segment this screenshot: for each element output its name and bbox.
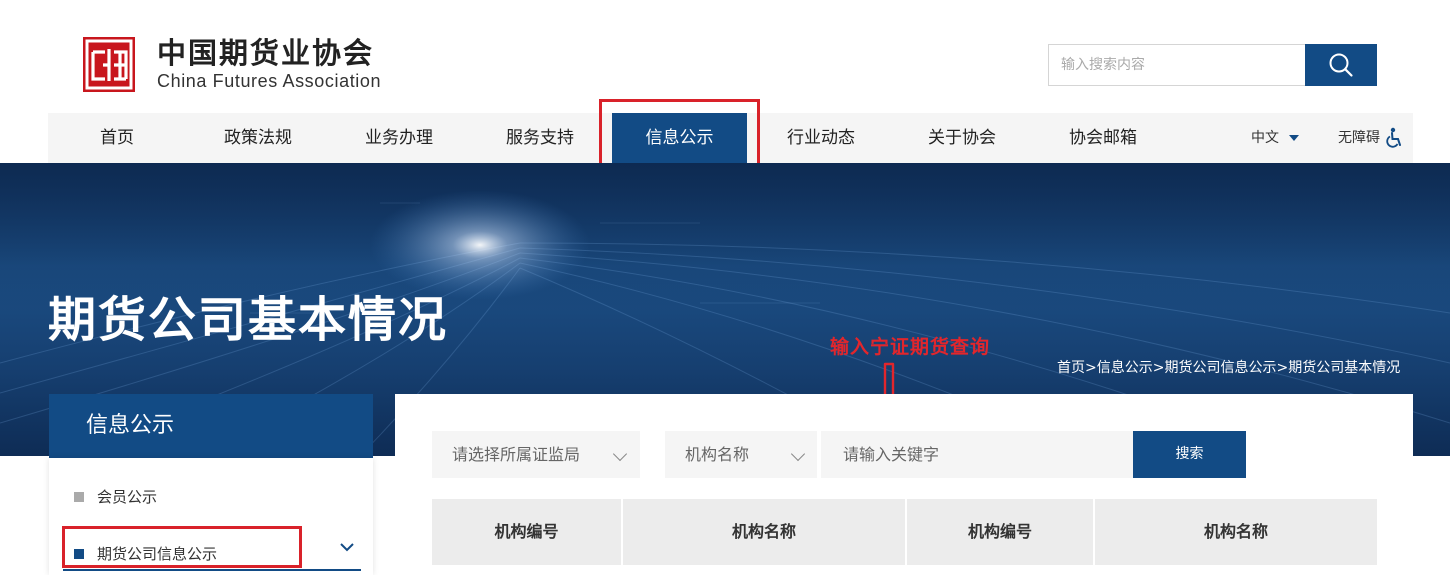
- column-header-org-code-2: 机构编号: [967, 522, 1032, 541]
- nav-item-mailbox[interactable]: 协会邮箱: [1033, 113, 1173, 163]
- accessibility-label: 无障碍: [1338, 130, 1380, 146]
- keyword-field: [821, 431, 1133, 478]
- language-switch[interactable]: 中文: [1251, 113, 1299, 163]
- annotation-text: 输入宁证期货查询: [830, 336, 991, 358]
- nav-item-home[interactable]: 首页: [48, 113, 186, 163]
- site-search-input[interactable]: [1049, 45, 1306, 85]
- column-header-org-name-2: 机构名称: [1203, 522, 1268, 541]
- page-title: 期货公司基本情况: [48, 292, 449, 348]
- bullet-square-icon: [74, 491, 84, 502]
- search-icon: [1329, 53, 1353, 77]
- chevron-down-icon: [612, 446, 628, 462]
- accessibility-toggle[interactable]: 无障碍: [1338, 113, 1405, 163]
- column-header-org-code: 机构编号: [494, 522, 559, 541]
- field-select-value: 机构名称: [685, 445, 750, 464]
- cfa-logo-mark-icon: [83, 37, 135, 92]
- keyword-input[interactable]: [821, 431, 1133, 478]
- sidebar-title: 信息公示: [49, 394, 373, 458]
- sidebar-highlight-box: [62, 526, 302, 568]
- logo-chinese-name: 中国期货业协会: [157, 35, 375, 70]
- main-content: 请选择所属证监局 机构名称 搜索 机构编号 机构名称 机构编号 机构名称: [395, 394, 1413, 575]
- nav-item-about[interactable]: 关于协会: [892, 113, 1032, 163]
- table-header: 机构编号 机构名称 机构编号 机构名称: [432, 499, 1377, 575]
- regulator-select-value: 请选择所属证监局: [452, 445, 581, 464]
- language-label: 中文: [1251, 130, 1279, 146]
- chevron-down-icon: [790, 446, 806, 462]
- site-search-button[interactable]: [1305, 44, 1377, 86]
- regulator-select[interactable]: 请选择所属证监局: [432, 431, 640, 478]
- sidebar-active-underline: [63, 569, 361, 571]
- logo-english-name: China Futures Association: [157, 70, 382, 91]
- site-logo[interactable]: 中国期货业协会 China Futures Association: [83, 37, 381, 92]
- nav-item-service[interactable]: 服务支持: [470, 113, 610, 163]
- sidebar-item-label: 会员公示: [97, 488, 158, 506]
- wheelchair-icon: [1386, 127, 1401, 148]
- nav-item-industry-news[interactable]: 行业动态: [751, 113, 891, 163]
- breadcrumb[interactable]: 首页>信息公示>期货公司信息公示>期货公司基本情况: [1057, 357, 1400, 377]
- chevron-down-icon[interactable]: [339, 541, 355, 553]
- nav-item-business[interactable]: 业务办理: [329, 113, 469, 163]
- caret-down-icon: [1289, 135, 1299, 141]
- search-button[interactable]: 搜索: [1133, 431, 1246, 478]
- site-search-box: [1048, 44, 1306, 86]
- sidebar-item-member[interactable]: 会员公示: [74, 486, 157, 507]
- nav-item-policy[interactable]: 政策法规: [188, 113, 328, 163]
- field-select[interactable]: 机构名称: [665, 431, 817, 478]
- column-header-org-name: 机构名称: [731, 522, 796, 541]
